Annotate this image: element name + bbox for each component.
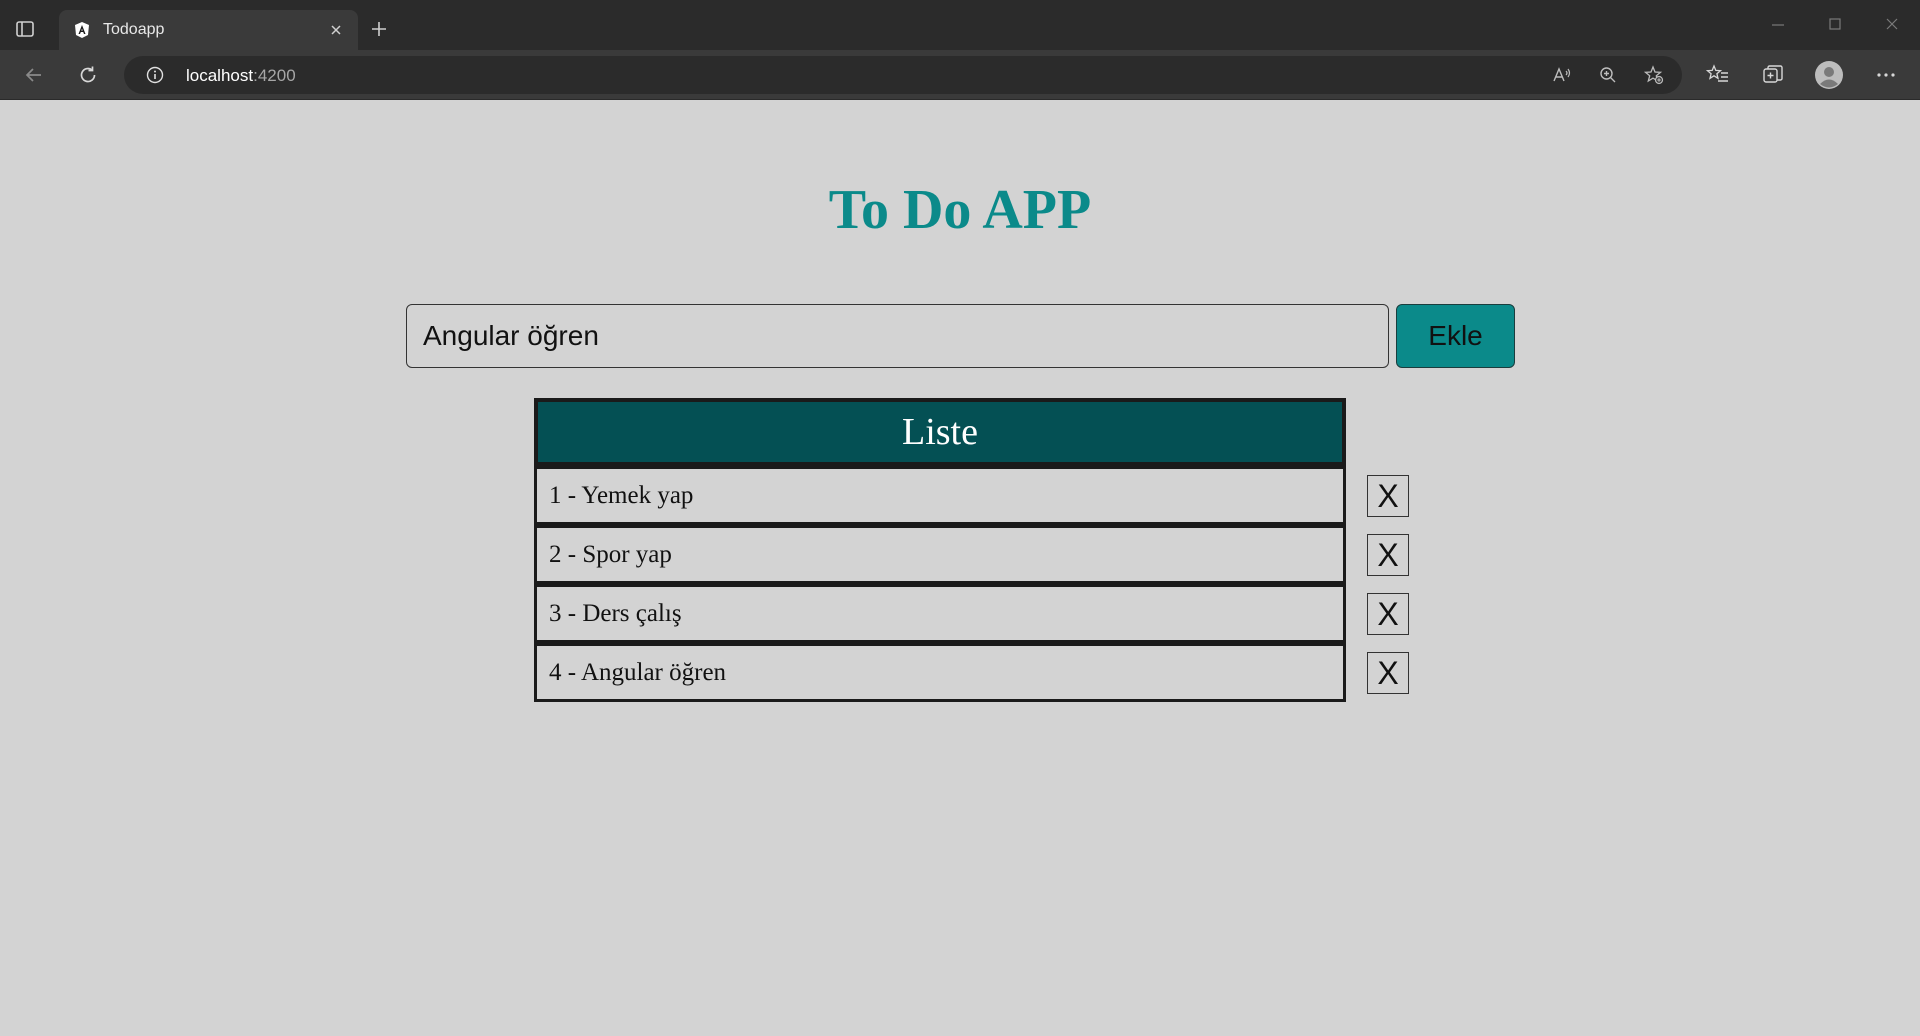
browser-tab[interactable]: Todoapp xyxy=(59,10,358,50)
reload-icon[interactable] xyxy=(76,63,100,87)
browser-tab-bar: Todoapp xyxy=(0,0,1920,50)
delete-button[interactable]: X xyxy=(1367,652,1409,694)
delete-button[interactable]: X xyxy=(1367,534,1409,576)
table-row: 4 - Angular öğren X xyxy=(534,643,1409,702)
todo-item-text: 1 - Yemek yap xyxy=(534,466,1346,525)
site-info-icon[interactable] xyxy=(146,66,164,84)
todo-item-text: 3 - Ders çalış xyxy=(534,584,1346,643)
todo-item-text: 4 - Angular öğren xyxy=(534,643,1346,702)
delete-button[interactable]: X xyxy=(1367,593,1409,635)
todo-input[interactable] xyxy=(406,304,1389,368)
delete-button[interactable]: X xyxy=(1367,475,1409,517)
close-tab-icon[interactable] xyxy=(328,22,344,38)
app-title: To Do APP xyxy=(828,179,1092,241)
more-options-icon[interactable] xyxy=(1874,63,1898,87)
tab-actions-icon[interactable] xyxy=(14,18,36,40)
favorites-icon[interactable] xyxy=(1706,63,1730,87)
url-text: localhost:4200 xyxy=(186,66,296,86)
table-row: 3 - Ders çalış X xyxy=(534,584,1409,643)
browser-toolbar: localhost:4200 xyxy=(0,50,1920,100)
close-window-icon[interactable] xyxy=(1882,14,1902,34)
table-row: 2 - Spor yap X xyxy=(534,525,1409,584)
minimize-icon[interactable] xyxy=(1768,14,1788,34)
profile-avatar-icon[interactable] xyxy=(1815,61,1843,89)
add-favorite-icon[interactable] xyxy=(1644,65,1664,85)
page-content: To Do APP Ekle Liste 1 - Yemek yap X 2 -… xyxy=(0,100,1920,1036)
tab-title: Todoapp xyxy=(103,21,165,38)
add-button[interactable]: Ekle xyxy=(1396,304,1515,368)
maximize-icon[interactable] xyxy=(1825,14,1845,34)
new-tab-icon[interactable] xyxy=(368,18,390,40)
url-host: localhost xyxy=(186,66,254,85)
collections-icon[interactable] xyxy=(1761,63,1785,87)
zoom-icon[interactable] xyxy=(1598,65,1618,85)
table-header: Liste xyxy=(534,398,1346,466)
todo-item-text: 2 - Spor yap xyxy=(534,525,1346,584)
url-port: :4200 xyxy=(253,66,296,85)
table-row: 1 - Yemek yap X xyxy=(534,466,1409,525)
todo-table: Liste 1 - Yemek yap X 2 - Spor yap X 3 -… xyxy=(534,398,1409,702)
angular-favicon-icon xyxy=(73,21,91,39)
address-bar[interactable]: localhost:4200 xyxy=(124,56,1682,94)
back-icon[interactable] xyxy=(22,63,46,87)
read-aloud-icon[interactable] xyxy=(1552,65,1572,85)
